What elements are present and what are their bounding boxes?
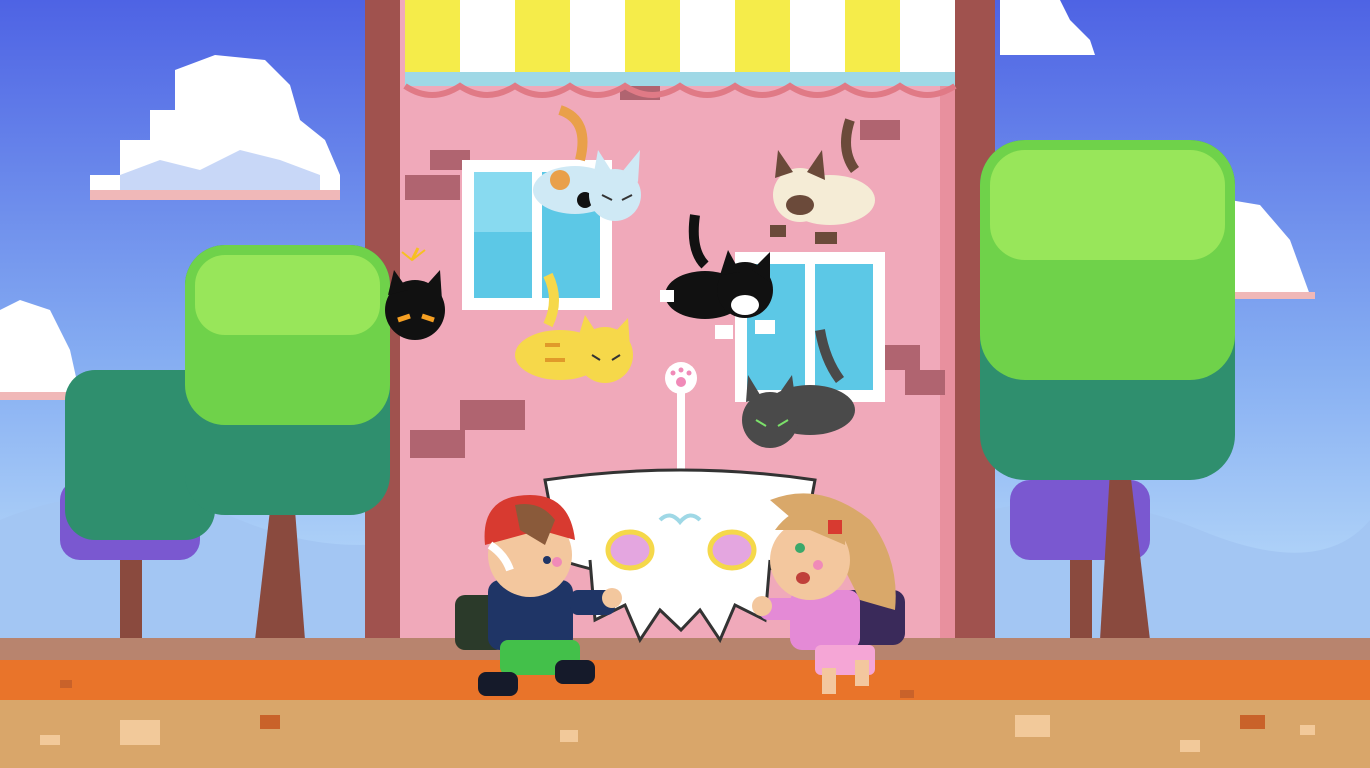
ground-top	[0, 660, 1370, 700]
sidewalk	[0, 638, 1370, 660]
awning	[403, 0, 957, 98]
scene-canvas	[0, 0, 1370, 768]
ground	[0, 700, 1370, 768]
game-scene	[0, 0, 1370, 768]
